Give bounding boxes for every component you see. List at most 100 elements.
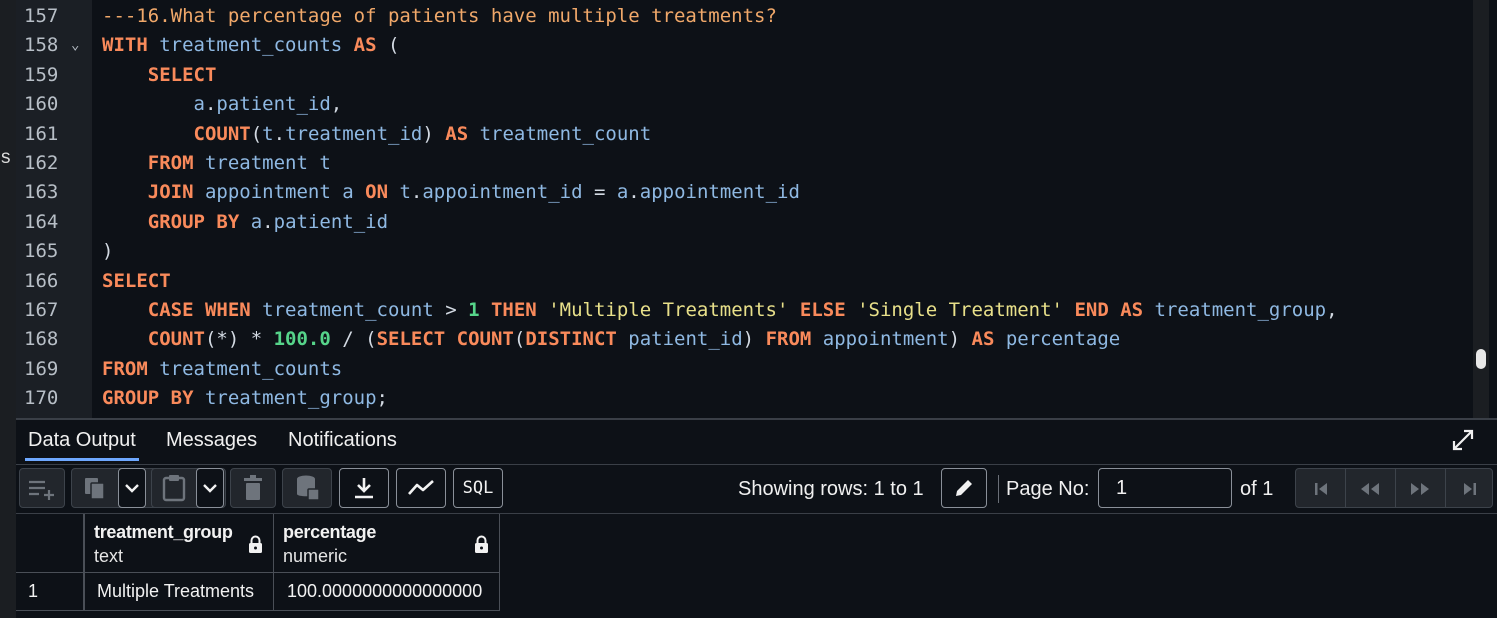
code-line[interactable]: 157 ---16.What percentage of patients hav… <box>16 2 1497 31</box>
row-number-cell[interactable]: 1 <box>16 573 84 611</box>
column-type: text <box>94 546 124 566</box>
paste-options-dropdown[interactable] <box>196 468 224 508</box>
line-number: 170 <box>24 387 59 410</box>
code-token: t <box>388 181 411 204</box>
code-token: = <box>582 181 617 204</box>
code-token: CASE WHEN <box>147 299 251 321</box>
sql-button-label: SQL <box>462 478 494 498</box>
code-line[interactable]: 162 FROM treatment t <box>16 149 1497 178</box>
code-line[interactable]: 166 SELECT <box>16 267 1497 296</box>
copy-icon[interactable] <box>82 475 108 501</box>
code-token: treatment_group <box>193 387 377 410</box>
database-save-icon <box>297 475 320 501</box>
code-line[interactable]: 161 COUNT(t.treatment_id) AS treatment_c… <box>16 120 1497 149</box>
expand-icon[interactable] <box>1451 428 1475 452</box>
code-line[interactable]: 159 SELECT <box>16 61 1497 90</box>
code-token: t <box>262 122 274 145</box>
code-token: SELECT COUNT <box>376 328 514 351</box>
query-editor[interactable]: 157 ---16.What percentage of patients hav… <box>16 0 1497 418</box>
line-number: 159 <box>24 63 59 86</box>
column-header-treatment-group[interactable]: treatment_group text <box>84 514 274 573</box>
tab-data-output[interactable]: Data Output <box>25 429 139 461</box>
code-text: GROUP BY a.patient_id <box>102 208 388 237</box>
code-line[interactable]: 169 FROM treatment_counts <box>16 355 1497 384</box>
next-page-icon[interactable] <box>1409 481 1431 497</box>
code-token: AS <box>971 328 995 351</box>
code-token: COUNT <box>147 328 205 351</box>
code-line[interactable]: 167 CASE WHEN treatment_count > 1 THEN '… <box>16 296 1497 325</box>
code-token: ( <box>376 34 400 57</box>
code-token: END AS <box>1074 299 1144 321</box>
code-token: ; <box>376 387 388 410</box>
code-line[interactable]: 164 GROUP BY a.patient_id <box>16 208 1497 237</box>
trash-icon <box>244 475 262 500</box>
page-number-input[interactable] <box>1098 468 1232 508</box>
fold-chevron-icon[interactable]: ⌄ <box>71 31 79 60</box>
tab-notifications[interactable]: Notifications <box>288 429 397 452</box>
paste-icon[interactable] <box>161 474 187 502</box>
add-row-button[interactable] <box>19 468 65 508</box>
editor-scrollbar-thumb[interactable] <box>1476 349 1486 369</box>
code-token: GROUP BY <box>147 210 240 233</box>
page-total: of 1 <box>1240 478 1274 500</box>
code-text: FROM treatment t <box>102 149 331 178</box>
code-token: SELECT <box>102 269 171 292</box>
code-text: JOIN appointment a ON t.appointment_id =… <box>102 178 800 207</box>
code-text: FROM treatment_counts <box>102 355 342 384</box>
output-tabs: Data Output Messages Notifications <box>16 420 1497 465</box>
last-page-icon[interactable] <box>1462 481 1478 497</box>
cell-value: Multiple Treatments <box>97 581 255 601</box>
code-token: SELECT <box>147 63 217 86</box>
code-line[interactable]: 163 JOIN appointment a ON t.appointment_… <box>16 178 1497 207</box>
cell-treatment-group[interactable]: Multiple Treatments <box>84 573 274 611</box>
code-token: treatment_group <box>1143 299 1327 321</box>
previous-page-icon[interactable] <box>1359 481 1381 497</box>
code-token: AS <box>445 122 469 145</box>
code-token: . <box>628 181 640 204</box>
sql-button[interactable]: SQL <box>453 468 503 508</box>
code-token: a <box>239 210 263 233</box>
first-page-icon[interactable] <box>1313 481 1329 497</box>
line-number: 164 <box>24 210 59 233</box>
copy-options-dropdown[interactable] <box>118 468 146 508</box>
download-icon <box>355 478 373 499</box>
tab-messages[interactable]: Messages <box>166 429 257 452</box>
edit-rows-button[interactable] <box>941 468 987 508</box>
side-panel-edge-text: s <box>0 147 12 169</box>
code-line[interactable]: 170 GROUP BY treatment_group; <box>16 384 1497 413</box>
code-text: COUNT(*) * 100.0 / (SELECT COUNT(DISTINC… <box>102 325 1120 354</box>
code-token: . <box>262 210 274 233</box>
code-text: SELECT <box>102 61 217 90</box>
code-text: a.patient_id, <box>102 90 343 119</box>
line-number: 169 <box>24 357 59 380</box>
code-line[interactable]: 165) <box>16 237 1497 266</box>
code-token: appointment_id <box>422 181 583 204</box>
chevron-down-icon <box>125 484 139 493</box>
code-line[interactable]: 168 COUNT(*) * 100.0 / (SELECT COUNT(DIS… <box>16 325 1497 354</box>
line-number: 165 <box>24 240 59 263</box>
line-number: 160 <box>24 93 59 116</box>
code-token: JOIN <box>147 181 194 204</box>
editor-scrollbar[interactable] <box>1473 0 1489 418</box>
delete-row-button[interactable] <box>230 468 276 508</box>
code-token: ( <box>250 122 263 145</box>
code-token: treatment t <box>193 152 331 174</box>
code-token: ) <box>742 328 766 351</box>
code-token: FROM <box>147 152 194 174</box>
cell-percentage[interactable]: 100.0000000000000000 <box>273 573 500 611</box>
row-number-header <box>16 514 84 573</box>
code-line[interactable]: 160 a.patient_id, <box>16 90 1497 119</box>
download-button[interactable] <box>339 468 389 508</box>
code-token: GROUP BY <box>102 387 194 410</box>
graph-visualiser-button[interactable] <box>396 468 446 508</box>
code-line[interactable]: 158 ⌄ WITH treatment_counts AS ( <box>16 31 1497 60</box>
save-data-button[interactable] <box>282 468 332 508</box>
column-header-percentage[interactable]: percentage numeric <box>273 514 500 573</box>
